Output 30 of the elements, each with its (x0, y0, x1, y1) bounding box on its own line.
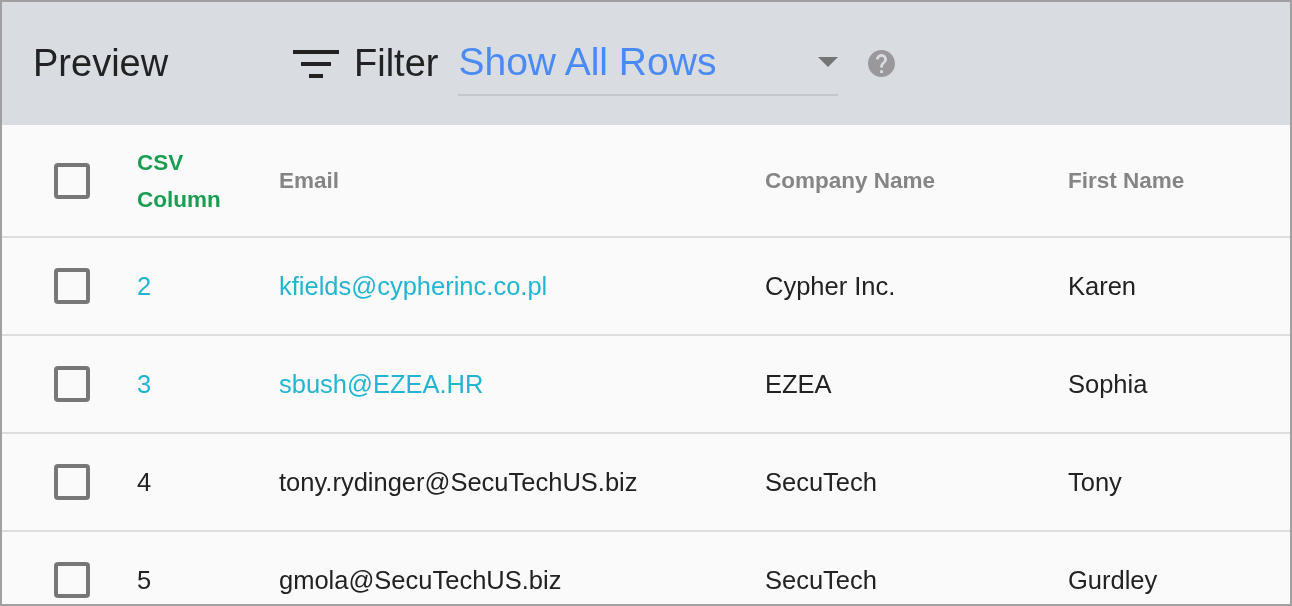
panel-title: Preview (33, 42, 170, 85)
row-checkbox[interactable] (54, 268, 90, 304)
table-cell: SecuTech (765, 467, 877, 497)
caret-icon (818, 56, 839, 67)
filter-select[interactable]: Show All Rows (458, 39, 839, 96)
table-cell: gmola@SecuTechUS.biz (279, 565, 562, 595)
column-header[interactable]: First Name (1068, 162, 1185, 199)
table-cell: Tony (1068, 467, 1122, 497)
table-cell: EZEA (765, 369, 832, 399)
table-cell: Gurdley (1068, 565, 1158, 595)
table-cell: kfields@cypherinc.co.pl (279, 271, 548, 301)
table-cell: 5 (137, 565, 152, 595)
column-header[interactable]: CSV Column (137, 143, 233, 218)
column-header[interactable]: Company Name (765, 162, 936, 199)
filter-label: Filter (354, 42, 439, 85)
table-cell: 3 (137, 369, 152, 399)
table-cell: sbush@EZEA.HR (279, 369, 484, 399)
table-cell: SecuTech (765, 565, 877, 595)
filter-icon (293, 49, 339, 78)
row-checkbox[interactable] (54, 562, 90, 598)
table-cell: Cypher Inc. (765, 271, 896, 301)
row-checkbox[interactable] (54, 366, 90, 402)
table-cell: tony.rydinger@SecuTechUS.biz (279, 467, 638, 497)
column-header[interactable]: Email (279, 162, 340, 199)
table-cell: Karen (1068, 271, 1137, 301)
row-checkbox[interactable] (54, 464, 90, 500)
table-cell: 2 (137, 271, 152, 301)
table-cell: Sophia (1068, 369, 1148, 399)
table-cell: 4 (137, 467, 152, 497)
select-all-checkbox[interactable] (54, 162, 90, 199)
